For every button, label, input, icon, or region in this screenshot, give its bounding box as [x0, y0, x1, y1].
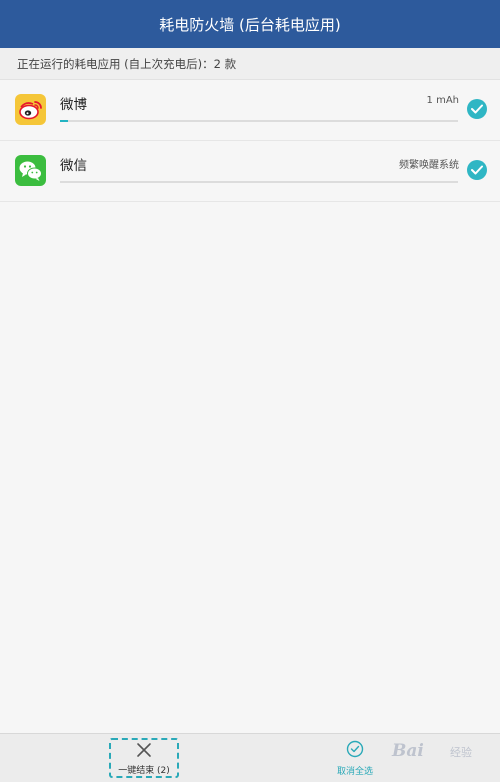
- check-circle-icon: [346, 740, 364, 762]
- usage-bar: [60, 120, 458, 122]
- checkbox-checked-icon[interactable]: [467, 99, 487, 119]
- weibo-icon: [15, 94, 46, 125]
- app-name: 微信: [60, 158, 87, 174]
- app-usage-info: 1 mAh: [426, 95, 459, 106]
- usage-bar: [60, 181, 458, 183]
- app-row-weibo[interactable]: 微博 1 mAh: [0, 80, 500, 141]
- deselect-all-button[interactable]: 取消全选: [330, 740, 380, 780]
- checkbox-checked-icon[interactable]: [467, 160, 487, 180]
- page-title: 耗电防火墙 (后台耗电应用): [159, 15, 341, 34]
- wechat-icon: [15, 155, 46, 186]
- deselect-all-label: 取消全选: [336, 767, 373, 777]
- close-icon: [136, 742, 152, 762]
- usage-bar-fill: [60, 120, 68, 122]
- app-usage-info: 频繁唤醒系统: [399, 160, 459, 171]
- running-apps-summary: 正在运行的耗电应用 (自上次充电后)：2 款: [0, 48, 500, 80]
- app-row-wechat[interactable]: 微信 频繁唤醒系统: [0, 141, 500, 202]
- bottom-action-bar: 一键结束 (2) 取消全选: [0, 733, 500, 782]
- summary-text: 正在运行的耗电应用 (自上次充电后)：2 款: [17, 56, 237, 71]
- end-all-button[interactable]: 一键结束 (2): [109, 738, 179, 778]
- title-bar: 耗电防火墙 (后台耗电应用): [0, 0, 500, 48]
- app-name: 微博: [60, 97, 87, 113]
- end-all-label: 一键结束 (2): [118, 766, 170, 776]
